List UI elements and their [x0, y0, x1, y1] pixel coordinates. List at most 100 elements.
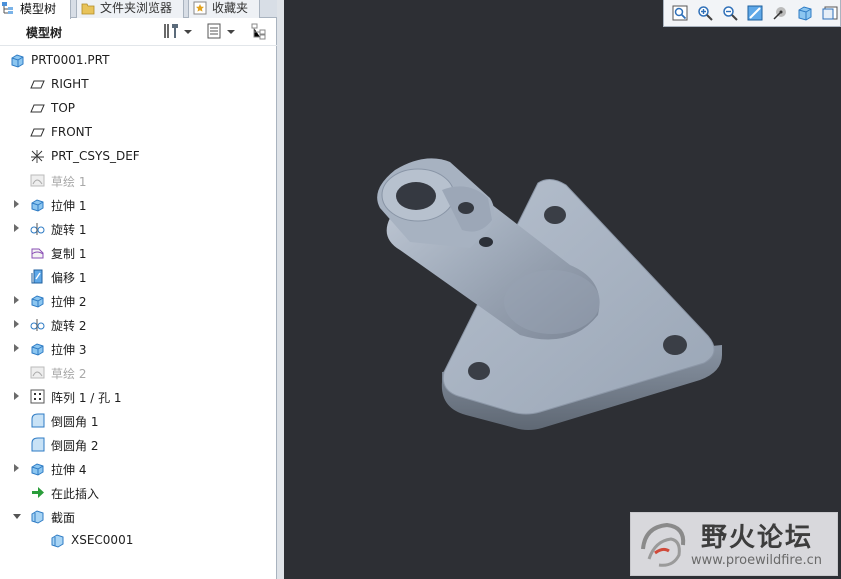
round-icon [30, 437, 45, 452]
tree-item-label: 草绘 1 [51, 175, 87, 189]
tree-item-extrude-3[interactable]: 拉伸 3 [0, 336, 277, 360]
tree-item-pattern-1[interactable]: 阵列 1 / 孔 1 [0, 384, 277, 408]
tree-item-label: 拉伸 1 [51, 199, 87, 213]
repaint-icon[interactable] [744, 3, 765, 24]
model-tree-icon [1, 1, 15, 15]
expand-arrow-icon[interactable] [14, 224, 19, 232]
model-tree-panel: 模型树 文件夹浏览器 收藏夹 模型树 PRT0001.PRT RIGHT TOP… [0, 0, 277, 579]
tree-item-label: 复制 1 [51, 247, 87, 261]
pattern-icon [30, 389, 45, 404]
tree-item-extrude-2[interactable]: 拉伸 2 [0, 288, 277, 312]
zoom-out-icon[interactable] [719, 3, 740, 24]
tree-item-round-2[interactable]: 倒圆角 2 [0, 432, 277, 456]
tree-item-sketch-2[interactable]: 草绘 2 [0, 360, 277, 384]
tree-item-label: 阵列 1 / 孔 1 [51, 391, 122, 405]
expand-arrow-icon[interactable] [14, 296, 19, 304]
tree-item-label: FRONT [51, 125, 92, 139]
revolve-icon [30, 317, 45, 332]
tab-favorites[interactable]: 收藏夹 [188, 0, 260, 18]
extrude-icon [30, 341, 45, 356]
tab-label: 模型树 [20, 1, 57, 16]
tree-item-label: TOP [51, 101, 76, 115]
tree-item-sketch-1[interactable]: 草绘 1 [0, 168, 277, 192]
tree-item-extrude-1[interactable]: 拉伸 1 [0, 192, 277, 216]
tree-item-label: XSEC0001 [71, 533, 134, 547]
bracket-3d-model[interactable] [370, 150, 730, 435]
tree-item-prt0001[interactable]: PRT0001.PRT [0, 48, 277, 72]
sketch-icon [30, 173, 45, 188]
tree-item-revolve-1[interactable]: 旋转 1 [0, 216, 277, 240]
tree-item-copy-1[interactable]: 复制 1 [0, 240, 277, 264]
filter-button[interactable] [250, 22, 270, 42]
section-icon [50, 533, 65, 548]
settings-button[interactable] [162, 22, 192, 42]
datum-plane-icon [30, 101, 45, 116]
tab-label: 文件夹浏览器 [100, 1, 173, 15]
tree-item-label: 旋转 2 [51, 319, 87, 333]
favorites-icon [193, 1, 207, 15]
expand-arrow-icon[interactable] [14, 200, 19, 208]
part-icon [10, 53, 25, 68]
spin-center-icon[interactable] [769, 3, 790, 24]
insert-here-icon [30, 485, 45, 500]
model-tree: PRT0001.PRT RIGHT TOP FRONT PRT_CSYS_DEF… [0, 48, 277, 552]
refit-icon[interactable] [669, 3, 690, 24]
expand-arrow-icon[interactable] [14, 320, 19, 328]
zoom-in-icon[interactable] [694, 3, 715, 24]
tree-item-label: 拉伸 3 [51, 343, 87, 357]
offset-icon [30, 269, 45, 284]
tree-item-revolve-2[interactable]: 旋转 2 [0, 312, 277, 336]
datum-plane-icon [30, 125, 45, 140]
tree-item-label: 偏移 1 [51, 271, 87, 285]
expand-arrow-icon[interactable] [14, 344, 19, 352]
datum-plane-icon [30, 77, 45, 92]
tree-item-label: 拉伸 4 [51, 463, 87, 477]
tree-item-top[interactable]: TOP [0, 96, 277, 120]
tree-item-xsec0001[interactable]: XSEC0001 [0, 528, 277, 552]
expand-arrow-icon[interactable] [14, 392, 19, 400]
watermark-title: 野火论坛 [701, 523, 814, 553]
tree-item-label: 拉伸 2 [51, 295, 87, 309]
chevron-down-icon [227, 30, 235, 34]
tree-item-insert-here[interactable]: 在此插入 [0, 480, 277, 504]
tab-label: 收藏夹 [212, 1, 249, 15]
round-icon [30, 413, 45, 428]
tree-item-label: 旋转 1 [51, 223, 87, 237]
saved-views-icon[interactable] [819, 3, 840, 24]
tree-item-round-1[interactable]: 倒圆角 1 [0, 408, 277, 432]
collapse-arrow-icon[interactable] [13, 514, 21, 519]
navigator-tabs: 模型树 文件夹浏览器 收藏夹 [0, 0, 277, 19]
extrude-icon [30, 197, 45, 212]
sketch-icon [30, 365, 45, 380]
model-tree-title: 模型树 [26, 25, 63, 40]
extrude-icon [30, 461, 45, 476]
forum-watermark: 野火论坛 www.proewildfire.cn [630, 512, 838, 576]
revolve-icon [30, 221, 45, 236]
tree-item-offset-1[interactable]: 偏移 1 [0, 264, 277, 288]
show-icon [205, 22, 223, 43]
tree-item-label: 倒圆角 2 [51, 439, 99, 453]
tree-item-right[interactable]: RIGHT [0, 72, 277, 96]
tree-item-sections[interactable]: 截面 [0, 504, 277, 528]
show-button[interactable] [205, 22, 235, 42]
folder-browser-icon [81, 1, 95, 15]
tree-item-label: 截面 [51, 511, 76, 525]
display-style-icon[interactable] [794, 3, 815, 24]
copy-icon [30, 245, 45, 260]
tree-item-csys[interactable]: PRT_CSYS_DEF [0, 144, 277, 168]
tab-model-tree[interactable]: 模型树 [0, 0, 71, 19]
tree-item-label: PRT_CSYS_DEF [51, 149, 140, 163]
tree-item-label: 倒圆角 1 [51, 415, 99, 429]
csys-icon [30, 149, 45, 164]
tree-item-extrude-4[interactable]: 拉伸 4 [0, 456, 277, 480]
tree-item-label: 在此插入 [51, 487, 100, 501]
tree-item-label: PRT0001.PRT [31, 53, 110, 67]
expand-arrow-icon[interactable] [14, 464, 19, 472]
section-icon [30, 509, 45, 524]
tab-folder-browser[interactable]: 文件夹浏览器 [76, 0, 184, 18]
tree-item-front[interactable]: FRONT [0, 120, 277, 144]
tree-item-label: 草绘 2 [51, 367, 87, 381]
settings-icon [162, 22, 180, 43]
filter-icon [250, 22, 270, 43]
forum-logo-icon [641, 522, 686, 567]
